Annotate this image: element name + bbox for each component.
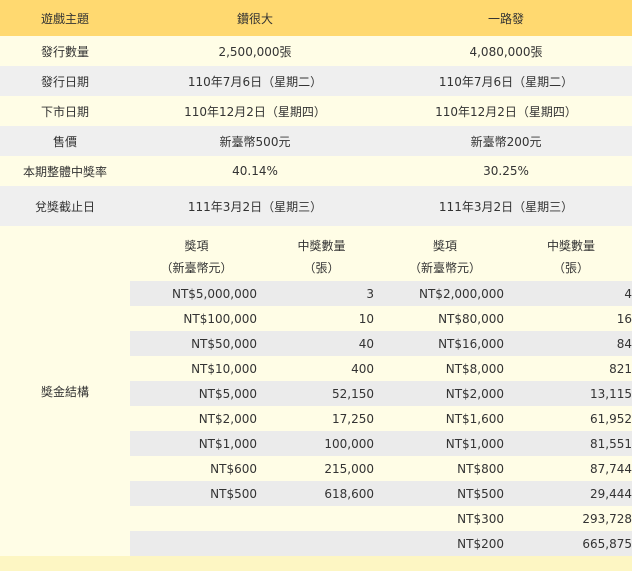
game1-count: 215,000	[263, 456, 381, 481]
game1-value: 新臺幣500元	[130, 126, 381, 156]
info-row-win-rate: 本期整體中獎率 40.14% 30.25%	[0, 156, 632, 186]
game2-count: 13,115	[510, 381, 632, 406]
game2-count: 4	[510, 281, 632, 306]
game1-prize	[130, 506, 263, 531]
prize-structure-label: 獎金結構	[0, 226, 130, 556]
game1-prize: NT$1,000	[130, 431, 263, 456]
row-label: 售價	[0, 126, 130, 156]
row-label: 兌獎截止日	[0, 186, 130, 226]
col-count-header: 中獎數量	[510, 226, 632, 254]
game1-count: 52,150	[263, 381, 381, 406]
game2-count: 665,875	[510, 531, 632, 556]
col-count-header: 中獎數量	[263, 226, 381, 254]
col-prize-header: 獎項	[130, 226, 263, 254]
game1-value: 110年12月2日（星期四）	[130, 96, 381, 126]
game2-prize: NT$8,000	[380, 356, 511, 381]
game1-count: 618,600	[263, 481, 381, 506]
game2-count: 29,444	[510, 481, 632, 506]
game2-value: 110年7月6日（星期二）	[380, 66, 632, 96]
game1-count: 17,250	[263, 406, 381, 431]
game2-value: 4,080,000張	[380, 36, 632, 66]
col-count-unit: （張）	[510, 254, 632, 281]
game2-prize: NT$500	[380, 481, 511, 506]
game2-count: 16	[510, 306, 632, 331]
game1-prize: NT$5,000	[130, 381, 263, 406]
game2-prize: NT$300	[380, 506, 511, 531]
game1-value: 40.14%	[130, 156, 381, 186]
game2-title: 一路發	[380, 0, 632, 36]
game1-prize: NT$5,000,000	[130, 281, 263, 306]
row-label: 發行數量	[0, 36, 130, 66]
game1-count	[263, 506, 381, 531]
game1-count: 10	[263, 306, 381, 331]
game2-prize: NT$200	[380, 531, 511, 556]
game1-value: 2,500,000張	[130, 36, 381, 66]
game1-count: 3	[263, 281, 381, 306]
game2-value: 30.25%	[380, 156, 632, 186]
game2-prize: NT$2,000,000	[380, 281, 511, 306]
game2-count: 821	[510, 356, 632, 381]
game1-prize: NT$100,000	[130, 306, 263, 331]
game2-prize: NT$80,000	[380, 306, 511, 331]
col-count-unit: （張）	[263, 254, 381, 281]
game2-prize: NT$800	[380, 456, 511, 481]
prize-header-row: 獎金結構 獎項 中獎數量 獎項 中獎數量	[0, 226, 632, 556]
info-row-claim-deadline: 兌獎截止日 111年3月2日（星期三） 111年3月2日（星期三）	[0, 186, 632, 226]
game2-prize: NT$16,000	[380, 331, 511, 356]
game1-prize: NT$2,000	[130, 406, 263, 431]
game2-value: 110年12月2日（星期四）	[380, 96, 632, 126]
game2-count: 81,551	[510, 431, 632, 456]
game1-value: 110年7月6日（星期二）	[130, 66, 381, 96]
row-label: 發行日期	[0, 66, 130, 96]
game1-title: 鑽很大	[130, 0, 381, 36]
game1-prize	[130, 531, 263, 556]
game1-count: 400	[263, 356, 381, 381]
header-label: 遊戲主題	[0, 0, 130, 36]
info-row-price: 售價 新臺幣500元 新臺幣200元	[0, 126, 632, 156]
game1-count	[263, 531, 381, 556]
col-prize-unit: （新臺幣元）	[380, 254, 511, 281]
header-row: 遊戲主題 鑽很大 一路發	[0, 0, 632, 36]
game2-count: 87,744	[510, 456, 632, 481]
row-label: 本期整體中獎率	[0, 156, 130, 186]
game1-prize: NT$10,000	[130, 356, 263, 381]
game1-value: 111年3月2日（星期三）	[130, 186, 381, 226]
game1-count: 40	[263, 331, 381, 356]
game2-prize: NT$2,000	[380, 381, 511, 406]
game1-prize: NT$600	[130, 456, 263, 481]
game2-count: 293,728	[510, 506, 632, 531]
game2-count: 84	[510, 331, 632, 356]
game2-prize: NT$1,600	[380, 406, 511, 431]
row-label: 下市日期	[0, 96, 130, 126]
info-row-delist-date: 下市日期 110年12月2日（星期四） 110年12月2日（星期四）	[0, 96, 632, 126]
info-row-issue-date: 發行日期 110年7月6日（星期二） 110年7月6日（星期二）	[0, 66, 632, 96]
game2-prize: NT$1,000	[380, 431, 511, 456]
col-prize-unit: （新臺幣元）	[130, 254, 263, 281]
lottery-info-table: 遊戲主題 鑽很大 一路發 發行數量 2,500,000張 4,080,000張 …	[0, 0, 632, 556]
game1-count: 100,000	[263, 431, 381, 456]
col-prize-header: 獎項	[380, 226, 511, 254]
game1-prize: NT$500	[130, 481, 263, 506]
info-row-issue-qty: 發行數量 2,500,000張 4,080,000張	[0, 36, 632, 66]
game2-count: 61,952	[510, 406, 632, 431]
game2-value: 新臺幣200元	[380, 126, 632, 156]
game2-value: 111年3月2日（星期三）	[380, 186, 632, 226]
game1-prize: NT$50,000	[130, 331, 263, 356]
